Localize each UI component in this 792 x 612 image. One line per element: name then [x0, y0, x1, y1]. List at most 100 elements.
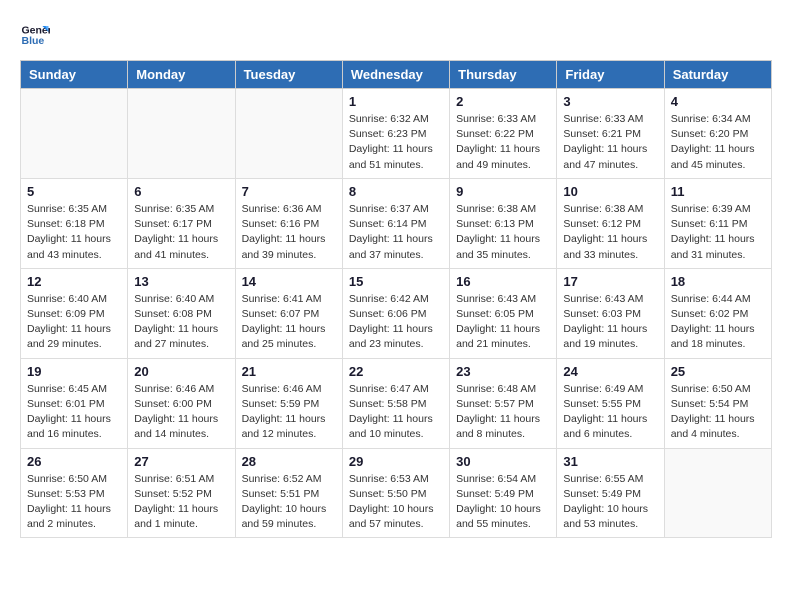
calendar-day-20: 20 Sunrise: 6:46 AMSunset: 6:00 PMDayligh…: [128, 358, 235, 448]
day-number: 30: [456, 454, 550, 469]
calendar-day-30: 30 Sunrise: 6:54 AMSunset: 5:49 PMDayligh…: [450, 448, 557, 538]
day-number: 16: [456, 274, 550, 289]
calendar-day-17: 17 Sunrise: 6:43 AMSunset: 6:03 PMDayligh…: [557, 268, 664, 358]
day-info: Sunrise: 6:32 AMSunset: 6:23 PMDaylight:…: [349, 112, 443, 173]
day-number: 2: [456, 94, 550, 109]
calendar-day-empty: [21, 89, 128, 179]
calendar-day-24: 24 Sunrise: 6:49 AMSunset: 5:55 PMDayligh…: [557, 358, 664, 448]
calendar-day-1: 1 Sunrise: 6:32 AMSunset: 6:23 PMDaylight…: [342, 89, 449, 179]
calendar-day-27: 27 Sunrise: 6:51 AMSunset: 5:52 PMDayligh…: [128, 448, 235, 538]
column-header-sunday: Sunday: [21, 61, 128, 89]
calendar-day-11: 11 Sunrise: 6:39 AMSunset: 6:11 PMDayligh…: [664, 178, 771, 268]
day-info: Sunrise: 6:53 AMSunset: 5:50 PMDaylight:…: [349, 472, 443, 533]
day-info: Sunrise: 6:54 AMSunset: 5:49 PMDaylight:…: [456, 472, 550, 533]
day-number: 19: [27, 364, 121, 379]
day-info: Sunrise: 6:52 AMSunset: 5:51 PMDaylight:…: [242, 472, 336, 533]
calendar-day-12: 12 Sunrise: 6:40 AMSunset: 6:09 PMDayligh…: [21, 268, 128, 358]
day-info: Sunrise: 6:46 AMSunset: 6:00 PMDaylight:…: [134, 382, 228, 443]
day-info: Sunrise: 6:45 AMSunset: 6:01 PMDaylight:…: [27, 382, 121, 443]
day-info: Sunrise: 6:55 AMSunset: 5:49 PMDaylight:…: [563, 472, 657, 533]
day-info: Sunrise: 6:46 AMSunset: 5:59 PMDaylight:…: [242, 382, 336, 443]
day-info: Sunrise: 6:41 AMSunset: 6:07 PMDaylight:…: [242, 292, 336, 353]
day-number: 23: [456, 364, 550, 379]
calendar-week-4: 19 Sunrise: 6:45 AMSunset: 6:01 PMDayligh…: [21, 358, 772, 448]
day-number: 26: [27, 454, 121, 469]
calendar-day-7: 7Sunrise: 6:36 AMSunset: 6:16 PMDaylight…: [235, 178, 342, 268]
day-number: 3: [563, 94, 657, 109]
calendar-day-empty: [664, 448, 771, 538]
day-info: Sunrise: 6:35 AMSunset: 6:18 PMDaylight:…: [27, 202, 121, 263]
calendar-day-empty: [128, 89, 235, 179]
day-info: Sunrise: 6:34 AMSunset: 6:20 PMDaylight:…: [671, 112, 765, 173]
calendar-day-15: 15 Sunrise: 6:42 AMSunset: 6:06 PMDayligh…: [342, 268, 449, 358]
page-header: General Blue: [20, 20, 772, 50]
column-header-friday: Friday: [557, 61, 664, 89]
calendar-day-31: 31 Sunrise: 6:55 AMSunset: 5:49 PMDayligh…: [557, 448, 664, 538]
day-info: Sunrise: 6:33 AMSunset: 6:21 PMDaylight:…: [563, 112, 657, 173]
calendar-day-19: 19 Sunrise: 6:45 AMSunset: 6:01 PMDayligh…: [21, 358, 128, 448]
day-info: Sunrise: 6:38 AMSunset: 6:12 PMDaylight:…: [563, 202, 657, 263]
day-info: Sunrise: 6:44 AMSunset: 6:02 PMDaylight:…: [671, 292, 765, 353]
day-number: 10: [563, 184, 657, 199]
day-info: Sunrise: 6:50 AMSunset: 5:54 PMDaylight:…: [671, 382, 765, 443]
calendar-day-8: 8 Sunrise: 6:37 AMSunset: 6:14 PMDaylight…: [342, 178, 449, 268]
day-number: 4: [671, 94, 765, 109]
day-number: 25: [671, 364, 765, 379]
calendar-day-16: 16 Sunrise: 6:43 AMSunset: 6:05 PMDayligh…: [450, 268, 557, 358]
column-header-saturday: Saturday: [664, 61, 771, 89]
day-info: Sunrise: 6:38 AMSunset: 6:13 PMDaylight:…: [456, 202, 550, 263]
svg-text:Blue: Blue: [22, 35, 45, 47]
calendar-week-1: 1 Sunrise: 6:32 AMSunset: 6:23 PMDaylight…: [21, 89, 772, 179]
day-number: 31: [563, 454, 657, 469]
calendar-week-2: 5Sunrise: 6:35 AMSunset: 6:18 PMDaylight…: [21, 178, 772, 268]
day-number: 12: [27, 274, 121, 289]
day-number: 6: [134, 184, 228, 199]
calendar-day-25: 25 Sunrise: 6:50 AMSunset: 5:54 PMDayligh…: [664, 358, 771, 448]
calendar-day-29: 29 Sunrise: 6:53 AMSunset: 5:50 PMDayligh…: [342, 448, 449, 538]
day-number: 15: [349, 274, 443, 289]
day-info: Sunrise: 6:43 AMSunset: 6:05 PMDaylight:…: [456, 292, 550, 353]
calendar: SundayMondayTuesdayWednesdayThursdayFrid…: [20, 60, 772, 538]
day-info: Sunrise: 6:37 AMSunset: 6:14 PMDaylight:…: [349, 202, 443, 263]
calendar-day-22: 22Sunrise: 6:47 AMSunset: 5:58 PMDayligh…: [342, 358, 449, 448]
calendar-day-3: 3 Sunrise: 6:33 AMSunset: 6:21 PMDaylight…: [557, 89, 664, 179]
logo-icon: General Blue: [20, 20, 50, 50]
column-header-monday: Monday: [128, 61, 235, 89]
day-info: Sunrise: 6:39 AMSunset: 6:11 PMDaylight:…: [671, 202, 765, 263]
day-info: Sunrise: 6:42 AMSunset: 6:06 PMDaylight:…: [349, 292, 443, 353]
logo: General Blue: [20, 20, 50, 50]
calendar-day-2: 2 Sunrise: 6:33 AMSunset: 6:22 PMDaylight…: [450, 89, 557, 179]
calendar-day-4: 4 Sunrise: 6:34 AMSunset: 6:20 PMDaylight…: [664, 89, 771, 179]
calendar-day-21: 21Sunrise: 6:46 AMSunset: 5:59 PMDayligh…: [235, 358, 342, 448]
calendar-header-row: SundayMondayTuesdayWednesdayThursdayFrid…: [21, 61, 772, 89]
day-info: Sunrise: 6:35 AMSunset: 6:17 PMDaylight:…: [134, 202, 228, 263]
day-info: Sunrise: 6:51 AMSunset: 5:52 PMDaylight:…: [134, 472, 228, 533]
calendar-day-9: 9 Sunrise: 6:38 AMSunset: 6:13 PMDaylight…: [450, 178, 557, 268]
day-info: Sunrise: 6:40 AMSunset: 6:09 PMDaylight:…: [27, 292, 121, 353]
day-number: 24: [563, 364, 657, 379]
day-number: 29: [349, 454, 443, 469]
calendar-day-5: 5Sunrise: 6:35 AMSunset: 6:18 PMDaylight…: [21, 178, 128, 268]
day-number: 20: [134, 364, 228, 379]
calendar-day-6: 6 Sunrise: 6:35 AMSunset: 6:17 PMDaylight…: [128, 178, 235, 268]
day-info: Sunrise: 6:43 AMSunset: 6:03 PMDaylight:…: [563, 292, 657, 353]
day-number: 1: [349, 94, 443, 109]
column-header-thursday: Thursday: [450, 61, 557, 89]
day-info: Sunrise: 6:33 AMSunset: 6:22 PMDaylight:…: [456, 112, 550, 173]
day-info: Sunrise: 6:48 AMSunset: 5:57 PMDaylight:…: [456, 382, 550, 443]
day-number: 11: [671, 184, 765, 199]
day-number: 13: [134, 274, 228, 289]
calendar-day-28: 28Sunrise: 6:52 AMSunset: 5:51 PMDayligh…: [235, 448, 342, 538]
day-number: 27: [134, 454, 228, 469]
day-number: 8: [349, 184, 443, 199]
calendar-day-empty: [235, 89, 342, 179]
day-number: 17: [563, 274, 657, 289]
calendar-day-14: 14Sunrise: 6:41 AMSunset: 6:07 PMDayligh…: [235, 268, 342, 358]
day-number: 22: [349, 364, 443, 379]
day-number: 9: [456, 184, 550, 199]
column-header-wednesday: Wednesday: [342, 61, 449, 89]
day-info: Sunrise: 6:40 AMSunset: 6:08 PMDaylight:…: [134, 292, 228, 353]
day-info: Sunrise: 6:50 AMSunset: 5:53 PMDaylight:…: [27, 472, 121, 533]
day-info: Sunrise: 6:49 AMSunset: 5:55 PMDaylight:…: [563, 382, 657, 443]
calendar-day-26: 26 Sunrise: 6:50 AMSunset: 5:53 PMDayligh…: [21, 448, 128, 538]
